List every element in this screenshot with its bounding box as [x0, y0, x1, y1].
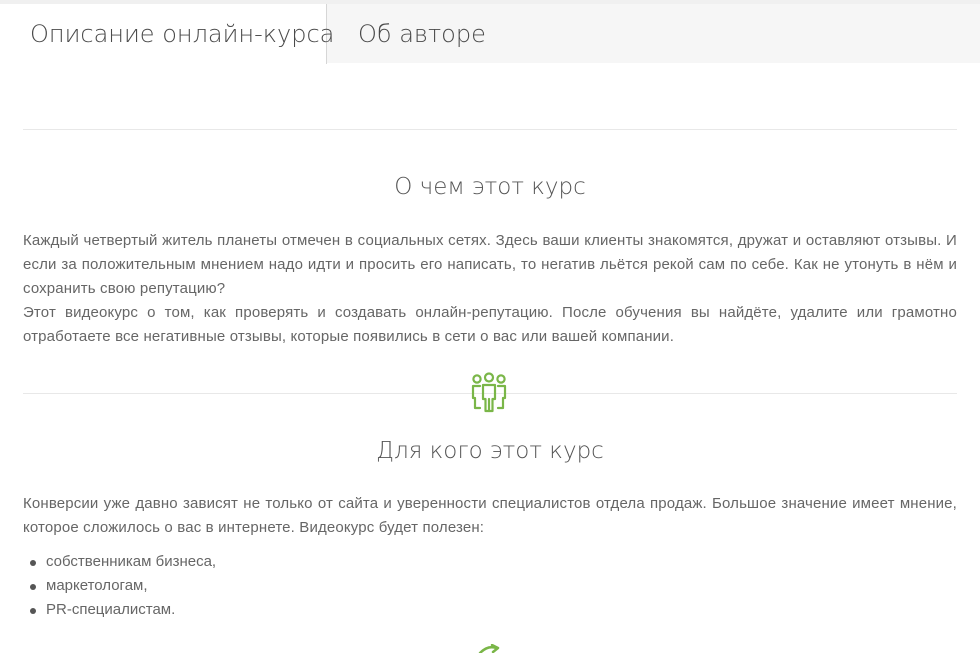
tab-label: Описание онлайн-курса	[30, 20, 335, 48]
tab-label: Об авторе	[358, 20, 486, 48]
section-title: Для кого этот курс	[376, 438, 604, 464]
list-item: PR-специалистам.	[23, 598, 216, 622]
paragraph: Конверсии уже давно зависят не только от…	[23, 495, 957, 536]
bullet-icon	[30, 608, 36, 614]
bullet-icon	[30, 584, 36, 590]
list-item-text: PR-специалистам.	[46, 601, 176, 618]
bullet-icon	[30, 560, 36, 566]
section-title: О чем этот курс	[394, 174, 586, 200]
section-text: Конверсии уже давно зависят не только от…	[23, 492, 957, 540]
list-item-text: маркетологам,	[46, 577, 148, 594]
tab-bar: Описание онлайн-курса Об авторе	[0, 4, 980, 64]
people-group-icon	[471, 372, 507, 413]
section-text: Каждый четвертый житель планеты отмечен …	[23, 229, 957, 349]
list-item: собственникам бизнеса,	[23, 550, 216, 574]
list-item: маркетологам,	[23, 574, 216, 598]
tab-course-description[interactable]: Описание онлайн-курса	[0, 4, 334, 64]
paragraph: Каждый четвертый житель планеты отмечен …	[23, 232, 957, 297]
arrows-icon	[478, 644, 500, 653]
paragraph: Этот видеокурс о том, как проверять и со…	[23, 304, 957, 345]
section-divider	[23, 129, 957, 130]
audience-list: собственникам бизнеса, маркетологам, PR-…	[23, 550, 216, 622]
tab-about-author[interactable]: Об авторе	[358, 4, 486, 63]
list-item-text: собственникам бизнеса,	[46, 553, 217, 570]
